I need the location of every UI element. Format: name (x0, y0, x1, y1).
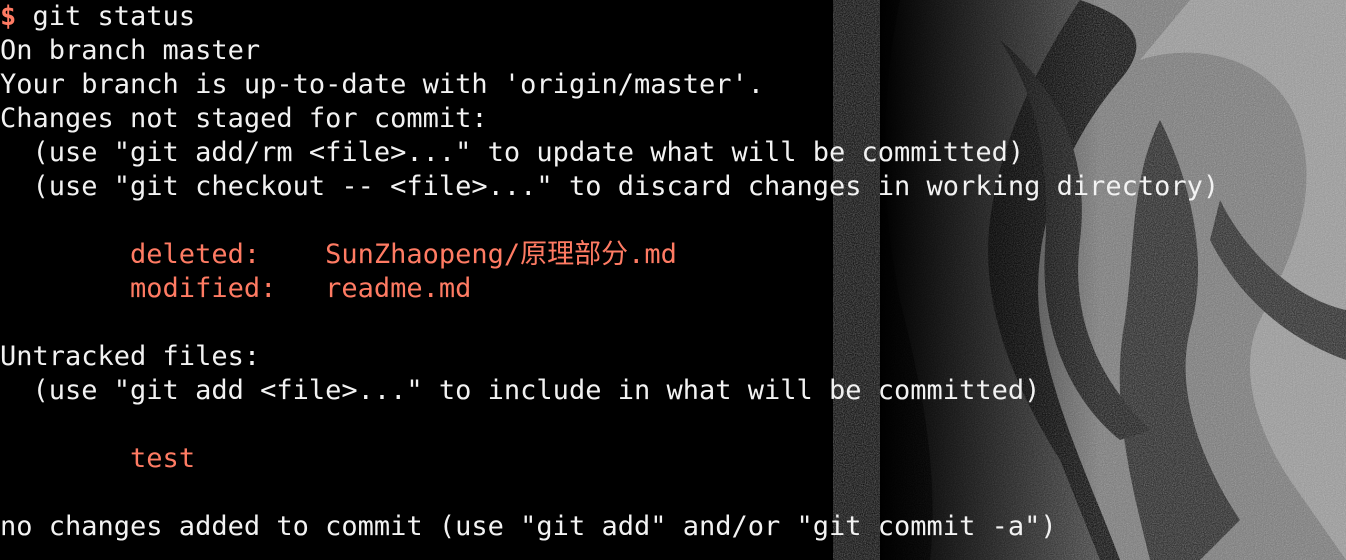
untracked-header: Untracked files: (0, 341, 261, 372)
command-text: git status (16, 1, 196, 32)
hint-add: (use "git add <file>..." to include in w… (0, 375, 1041, 406)
file-path: readme.md (325, 273, 472, 304)
file-path: SunZhaopeng/原理部分.md (325, 239, 677, 270)
untracked-file-row: test (0, 442, 1346, 476)
uptodate-line: Your branch is up-to-date with 'origin/m… (0, 69, 765, 100)
hint-checkout: (use "git checkout -- <file>..." to disc… (0, 171, 1220, 202)
changes-header: Changes not staged for commit: (0, 103, 488, 134)
file-path: test (130, 443, 196, 474)
file-indent (0, 443, 130, 474)
file-status: modified: (0, 273, 326, 304)
terminal-window[interactable]: $ git status On branch master Your branc… (0, 0, 1346, 560)
prompt-symbol: $ (0, 1, 17, 32)
footer-line: no changes added to commit (use "git add… (0, 511, 1057, 542)
branch-line: On branch master (0, 35, 261, 66)
terminal-output: $ git status On branch master Your branc… (0, 0, 1346, 544)
changed-file-row: deleted: SunZhaopeng/原理部分.md (0, 238, 1346, 272)
changed-file-row: modified: readme.md (0, 272, 1346, 306)
hint-add-rm: (use "git add/rm <file>..." to update wh… (0, 137, 1025, 168)
file-status: deleted: (0, 239, 326, 270)
command-line: $ git status (0, 0, 1346, 34)
